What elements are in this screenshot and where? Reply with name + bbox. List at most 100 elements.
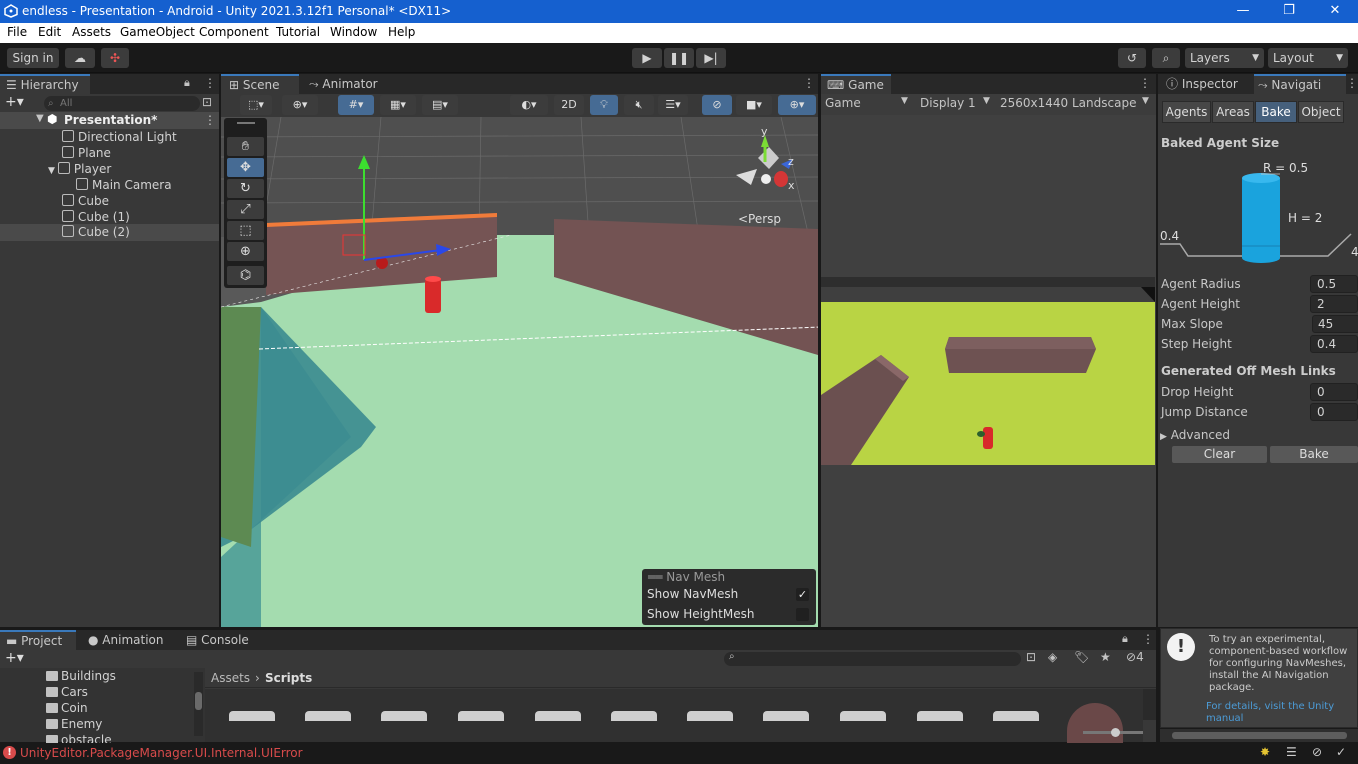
persp-label[interactable]: <Persp [738,212,781,226]
script-file-icon[interactable] [229,711,275,721]
increment-snap-icon[interactable]: ▤▾ [422,95,458,115]
resolution-dropdown[interactable]: 2560x1440 Landscape ▼ [1000,96,1154,110]
lighting-icon[interactable]: 💡︎ [590,95,618,115]
agent-radius-field[interactable]: 0.5 [1310,275,1358,293]
rotate-tool-icon[interactable]: ↻ [227,179,264,198]
tab-bake[interactable]: Bake [1255,101,1297,123]
hand-tool-icon[interactable]: ✋︎ [227,137,264,156]
more-icon[interactable]: ⋮ [1139,76,1151,90]
tag-icon[interactable]: 🏷︎ [1074,650,1089,664]
menu-component[interactable]: Component [199,25,269,39]
list-item[interactable]: Directional Light [0,129,177,145]
material-thumbnail[interactable] [1067,703,1123,743]
menu-file[interactable]: File [7,25,27,39]
script-file-icon[interactable] [687,711,733,721]
more-icon[interactable]: ⋮ [204,76,216,90]
lock-icon[interactable]: 🔒︎ [184,76,190,90]
list-item[interactable]: Plane [0,145,111,161]
move-tool-icon[interactable]: ✥ [227,158,264,177]
play-button[interactable]: ▶ [632,48,662,68]
tab-areas[interactable]: Areas [1212,101,1254,123]
game-viewport[interactable] [821,277,1155,465]
menu-assets[interactable]: Assets [72,25,111,39]
folder-item[interactable]: Buildings [0,668,116,684]
minimize-icon[interactable]: — [1220,0,1266,23]
inspector-scrollbar[interactable] [1160,729,1358,742]
filter-type-icon[interactable]: ⊡ [1026,650,1036,664]
folder-item[interactable]: Cars [0,684,88,700]
zoom-slider-thumb[interactable] [1111,728,1120,737]
list-item[interactable]: ▼ Player [0,161,111,177]
script-file-icon[interactable] [611,711,657,721]
more-icon[interactable]: ⋮ [1346,76,1358,90]
list-item-selected[interactable]: Cube (2) [0,224,219,241]
script-file-icon[interactable] [305,711,351,721]
rect-tool-icon[interactable]: ⬚ [227,221,264,240]
list-item[interactable]: Main Camera [0,177,172,193]
step-button[interactable]: ▶| [696,48,726,68]
scene-viewport[interactable]: y z x <Persp [221,117,818,627]
show-heightmesh-checkbox[interactable] [796,608,809,621]
menu-tutorial[interactable]: Tutorial [276,25,320,39]
sign-in-button[interactable]: Sign in [7,48,59,68]
cache-icon[interactable]: ☰ [1286,745,1297,759]
drop-height-field[interactable]: 0 [1310,383,1358,401]
script-file-icon[interactable] [458,711,504,721]
script-file-icon[interactable] [840,711,886,721]
layers-dropdown[interactable]: Layers ▼ [1185,48,1264,68]
shading-mode-icon[interactable]: ◐▾ [510,95,548,115]
more-icon[interactable]: ⋮ [1142,632,1154,646]
hidden-packages-icon[interactable]: ⊘4 [1126,650,1144,664]
tab-console[interactable]: ▤ Console [182,630,262,650]
palette-handle-icon[interactable] [237,122,255,124]
scene-menu-icon[interactable]: ⋮ [204,113,216,127]
script-file-icon[interactable] [917,711,963,721]
script-file-icon[interactable] [763,711,809,721]
add-icon[interactable]: +▾ [5,94,24,110]
menu-gameobject[interactable]: GameObject [120,25,195,39]
history-icon[interactable]: ↺ [1118,48,1146,68]
create-icon[interactable]: +▾ [5,650,24,666]
clear-button[interactable]: Clear [1172,446,1267,463]
asset-scrollbar[interactable] [1143,689,1156,720]
collab-icon[interactable]: ✣ [101,48,129,68]
camera-icon[interactable]: ■▾ [736,95,772,115]
tab-project[interactable]: ▬ Project [0,630,76,650]
more-icon[interactable]: ⋮ [803,76,815,90]
2d-toggle-button[interactable]: 2D [554,95,584,115]
display-dropdown[interactable]: Display 1 ▼ [920,96,996,110]
auto-generate-icon[interactable]: ✓ [1336,745,1346,759]
filter-label-icon[interactable]: ◈ [1048,650,1057,664]
agent-height-field[interactable]: 2 [1310,295,1358,313]
global-dropdown[interactable]: ⊕▾ [282,95,318,115]
bake-button[interactable]: Bake [1270,446,1358,463]
script-file-icon[interactable] [381,711,427,721]
layout-dropdown[interactable]: Layout ▼ [1268,48,1348,68]
folder-item[interactable]: Coin [0,700,88,716]
step-height-field[interactable]: 0.4 [1310,335,1358,353]
pause-button[interactable]: ❚❚ [664,48,694,68]
scrollbar-thumb[interactable] [1172,732,1347,739]
scale-tool-icon[interactable]: ⤢ [227,200,264,219]
zoom-slider[interactable] [1083,728,1143,737]
folder-scrollbar[interactable] [194,672,203,736]
tab-inspector[interactable]: ⓘ Inspector [1158,74,1252,94]
menu-window[interactable]: Window [330,25,377,39]
cloud-icon[interactable]: ☁ [65,48,95,68]
search-icon[interactable]: ⌕ [1152,48,1180,68]
draw-mode-dropdown[interactable]: ⬚▾ [240,95,272,115]
jump-distance-field[interactable]: 0 [1310,403,1358,421]
advanced-foldout[interactable]: ▶ Advanced [1160,428,1230,442]
maximize-icon[interactable]: ❐ [1266,0,1312,23]
snap-icon[interactable]: #▾ [338,95,374,115]
script-file-icon[interactable] [535,711,581,721]
gizmos-icon[interactable]: ⊕▾ [778,95,816,115]
breadcrumb-assets[interactable]: Assets [211,671,250,685]
script-file-icon[interactable] [993,711,1039,721]
status-error-text[interactable]: UnityEditor.PackageManager.UI.Internal.U… [20,746,303,760]
menu-help[interactable]: Help [388,25,415,39]
folder-item[interactable]: Enemy [0,716,102,732]
scene-row[interactable]: ▼ ⬢ Presentation* ⋮ [0,112,219,129]
lock-icon[interactable]: 🔒︎ [1122,632,1128,646]
grid-icon[interactable]: ▦▾ [380,95,416,115]
